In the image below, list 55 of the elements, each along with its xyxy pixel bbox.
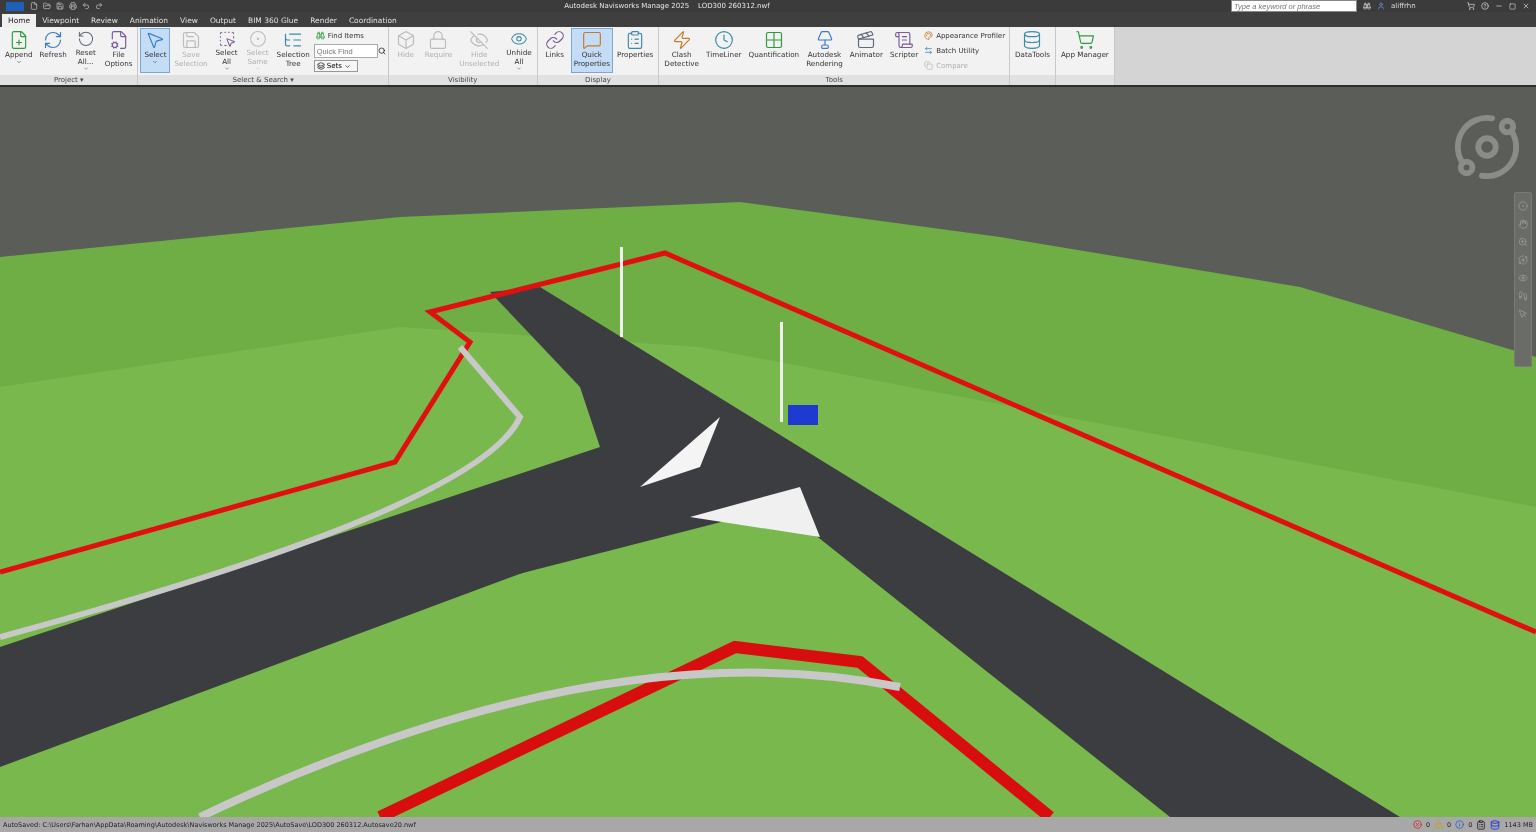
search-icon[interactable] [1363, 2, 1371, 10]
tool-icon [856, 30, 877, 50]
tool-icon [924, 61, 934, 70]
close-icon[interactable] [1522, 2, 1530, 10]
select-icon[interactable] [1518, 309, 1528, 319]
open-icon[interactable] [43, 2, 51, 10]
help-icon[interactable] [1481, 2, 1489, 10]
sheet-icon[interactable] [1476, 819, 1487, 830]
save-icon[interactable] [56, 2, 64, 10]
tool-icon [1022, 30, 1043, 50]
caret-icon [223, 65, 230, 71]
tool-icon [713, 30, 734, 50]
panel-title [1010, 75, 1055, 85]
tool-icon [924, 31, 934, 40]
sets-icon [316, 62, 325, 70]
search-icon [377, 47, 386, 55]
tool-icon [1074, 30, 1095, 50]
tool-icon [43, 30, 64, 50]
tool-icon [894, 30, 914, 50]
print-icon[interactable] [69, 2, 77, 10]
caret-icon [15, 59, 22, 65]
tool-icon [395, 30, 416, 50]
app-logo-icon[interactable] [6, 1, 24, 11]
panel-title [1055, 75, 1114, 85]
tool-icon [247, 30, 268, 48]
cart-icon[interactable] [1467, 2, 1475, 10]
tool-icon [428, 30, 449, 50]
minimize-icon[interactable] [1495, 2, 1503, 10]
tool-icon [181, 30, 202, 50]
tool-icon [315, 31, 325, 40]
caret-icon [516, 65, 522, 71]
caret-icon [343, 62, 351, 70]
tool-icon [469, 30, 490, 50]
zoom-icon[interactable] [1518, 237, 1528, 247]
tool-icon [145, 30, 166, 50]
tool-icon [544, 30, 565, 50]
tool-icon [108, 30, 129, 50]
info-icon[interactable] [1455, 820, 1465, 829]
look-icon[interactable] [1518, 273, 1528, 283]
new-icon[interactable] [30, 2, 38, 10]
caret-icon [152, 59, 159, 65]
maximize-icon[interactable] [1509, 2, 1516, 10]
orbit-icon[interactable] [1518, 255, 1528, 265]
user-icon [1377, 2, 1385, 10]
tool-icon [671, 30, 692, 50]
undo-icon[interactable] [82, 2, 90, 10]
tool-icon [763, 30, 784, 50]
caret-icon [82, 65, 89, 71]
redo-icon[interactable] [95, 2, 103, 10]
walk-icon[interactable] [1518, 291, 1528, 301]
tool-icon [509, 30, 529, 48]
pan-icon[interactable] [1518, 219, 1528, 229]
error-icon[interactable] [1412, 820, 1422, 829]
tool-icon [581, 30, 602, 50]
tool-icon [924, 46, 934, 55]
